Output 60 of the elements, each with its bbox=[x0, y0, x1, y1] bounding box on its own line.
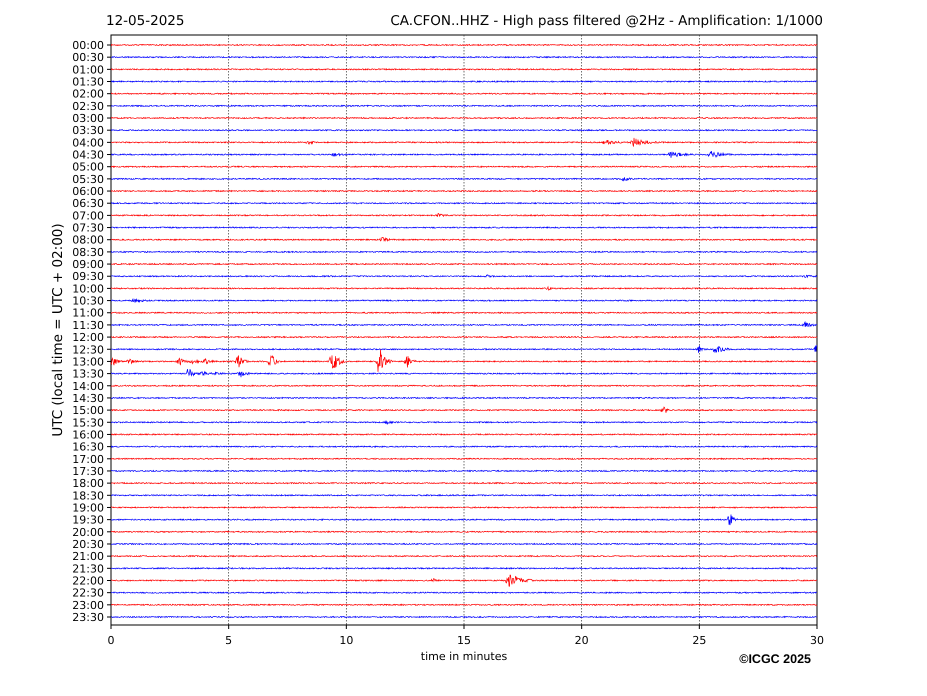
minute-label: 5 bbox=[225, 634, 232, 647]
time-label: 20:30 bbox=[72, 538, 104, 551]
time-label: 00:30 bbox=[72, 51, 104, 64]
time-label: 06:30 bbox=[72, 197, 104, 210]
time-label: 01:00 bbox=[72, 63, 104, 76]
plot-date: 12-05-2025 bbox=[106, 13, 184, 29]
time-label: 01:30 bbox=[72, 76, 104, 88]
time-label: 03:00 bbox=[72, 112, 104, 126]
time-label: 17:00 bbox=[72, 452, 104, 466]
time-label: 07:30 bbox=[72, 222, 104, 235]
time-label: 10:00 bbox=[72, 282, 104, 296]
time-label: 17:30 bbox=[72, 464, 104, 478]
minute-label: 20 bbox=[574, 634, 589, 647]
time-label: 05:30 bbox=[72, 172, 104, 186]
time-label: 08:30 bbox=[72, 246, 104, 259]
copyright-text: ©ICGC 2025 bbox=[739, 652, 811, 666]
time-label: 10:30 bbox=[72, 294, 104, 308]
time-label: 06:00 bbox=[72, 185, 104, 198]
time-label: 19:00 bbox=[72, 501, 104, 514]
minute-label: 25 bbox=[692, 634, 706, 647]
time-label: 18:00 bbox=[72, 477, 104, 490]
time-label: 23:00 bbox=[72, 598, 104, 612]
y-axis-title: UTC (local time = UTC + 02:00) bbox=[50, 223, 66, 437]
minute-label: 30 bbox=[810, 634, 824, 647]
time-label: 22:30 bbox=[72, 586, 104, 600]
time-label: 11:30 bbox=[72, 318, 104, 332]
time-label: 22:00 bbox=[72, 574, 104, 588]
time-label: 02:00 bbox=[72, 88, 104, 101]
time-label: 00:00 bbox=[72, 39, 104, 52]
time-label: 18:30 bbox=[72, 489, 104, 502]
time-label: 02:30 bbox=[72, 100, 104, 113]
time-label: 08:00 bbox=[72, 234, 104, 247]
time-label: 07:00 bbox=[72, 209, 104, 222]
time-label: 14:30 bbox=[72, 392, 104, 405]
time-label: 04:00 bbox=[72, 136, 104, 150]
time-label: 15:30 bbox=[72, 416, 104, 430]
minute-label: 15 bbox=[457, 634, 471, 647]
time-label: 11:00 bbox=[72, 306, 104, 320]
time-label: 19:30 bbox=[72, 514, 104, 527]
time-label: 12:00 bbox=[72, 331, 104, 344]
x-axis-title: time in minutes bbox=[420, 650, 508, 663]
time-label: 21:30 bbox=[72, 562, 104, 576]
time-label: 21:00 bbox=[72, 550, 104, 564]
plot-title: CA.CFON..HHZ - High pass filtered @2Hz - Amplification: 1/1000 bbox=[390, 13, 823, 29]
time-label: 05:00 bbox=[72, 160, 104, 174]
time-label: 20:00 bbox=[72, 526, 104, 539]
time-label: 12:30 bbox=[72, 343, 104, 356]
time-label: 13:30 bbox=[72, 368, 104, 381]
minute-label: 10 bbox=[339, 634, 354, 647]
time-label: 14:00 bbox=[72, 380, 104, 393]
time-label: 13:00 bbox=[72, 355, 104, 368]
minute-label: 0 bbox=[108, 634, 114, 647]
time-label: 15:00 bbox=[72, 404, 104, 418]
time-label: 23:30 bbox=[72, 611, 104, 624]
time-label: 16:00 bbox=[72, 428, 104, 442]
time-label: 03:30 bbox=[72, 124, 104, 138]
time-label: 09:30 bbox=[72, 270, 104, 284]
time-label: 09:00 bbox=[72, 258, 104, 272]
time-label: 04:30 bbox=[72, 148, 104, 162]
time-label: 16:30 bbox=[72, 440, 104, 454]
